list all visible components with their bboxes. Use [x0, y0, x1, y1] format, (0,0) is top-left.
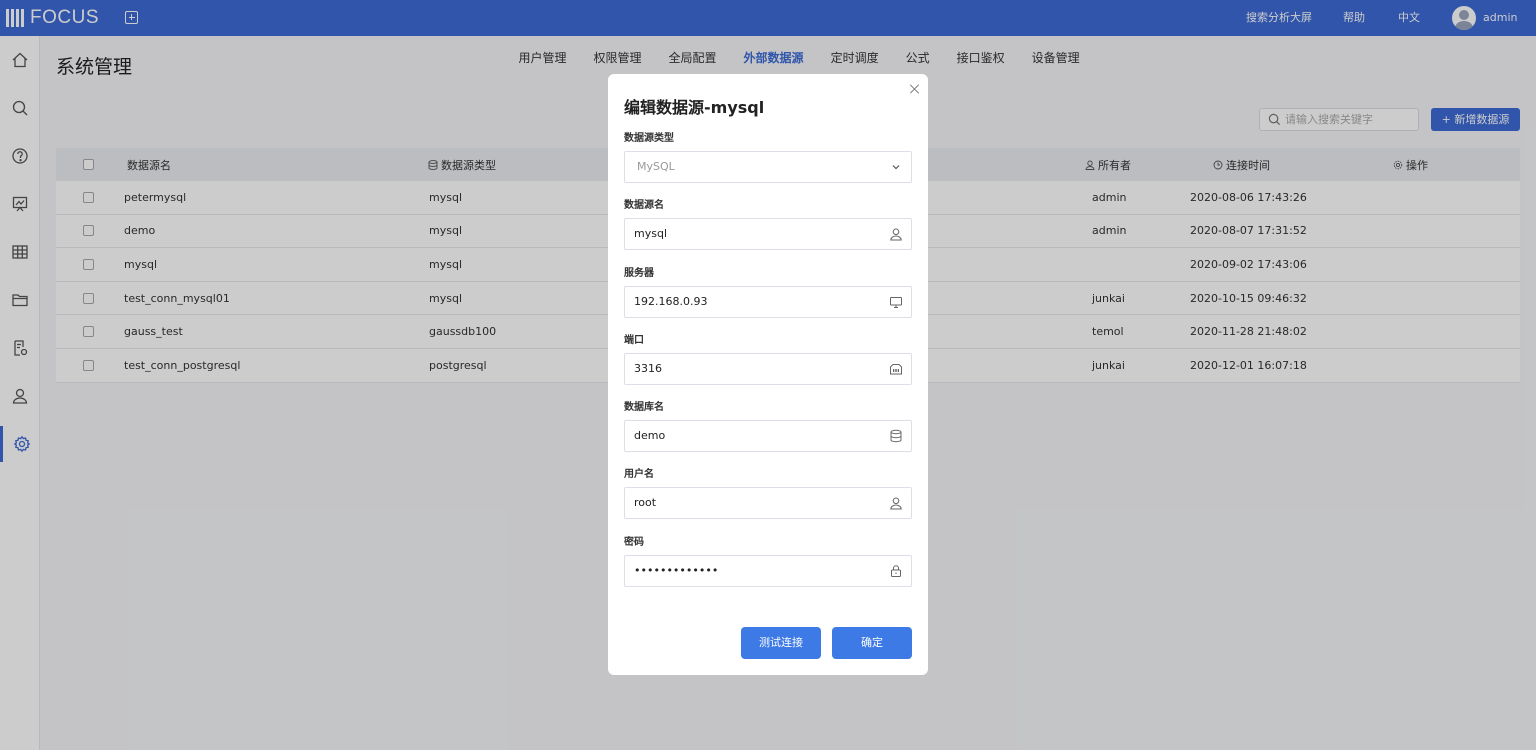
lock-icon: [891, 565, 901, 577]
chevron-down-icon: [892, 165, 900, 170]
name-label: 数据源名: [624, 200, 664, 211]
edit-datasource-dialog: 编辑数据源-mysql 数据源类型 MySQL 数据源名 mysql 服务器 1…: [608, 74, 928, 675]
port-field[interactable]: 3316: [624, 353, 912, 385]
dialog-title: 编辑数据源-mysql: [624, 98, 765, 117]
server-label: 服务器: [624, 268, 654, 279]
server-value: 192.168.0.93: [634, 295, 708, 308]
datasource-name-value: mysql: [634, 227, 667, 240]
username-label: 用户名: [624, 469, 654, 480]
port-icon: [890, 364, 902, 375]
close-icon[interactable]: [909, 84, 919, 94]
confirm-button[interactable]: 确定: [832, 627, 912, 659]
type-label: 数据源类型: [624, 133, 674, 144]
port-value: 3316: [634, 362, 662, 375]
database-icon: [890, 429, 902, 443]
datasource-name-field[interactable]: mysql: [624, 218, 912, 250]
username-value: root: [634, 496, 657, 509]
monitor-icon: [890, 297, 902, 308]
test-connection-button[interactable]: 测试连接: [741, 627, 821, 659]
password-field[interactable]: •••••••••••••: [624, 555, 912, 587]
port-label: 端口: [624, 335, 644, 346]
password-label: 密码: [624, 537, 644, 548]
user-icon: [890, 497, 902, 510]
password-value: •••••••••••••: [634, 564, 719, 577]
database-field[interactable]: demo: [624, 420, 912, 452]
username-field[interactable]: root: [624, 487, 912, 519]
type-select-value: MySQL: [637, 160, 675, 173]
database-label: 数据库名: [624, 402, 664, 413]
server-field[interactable]: 192.168.0.93: [624, 286, 912, 318]
user-icon: [890, 228, 902, 241]
type-select[interactable]: MySQL: [624, 151, 912, 183]
database-value: demo: [634, 429, 666, 442]
